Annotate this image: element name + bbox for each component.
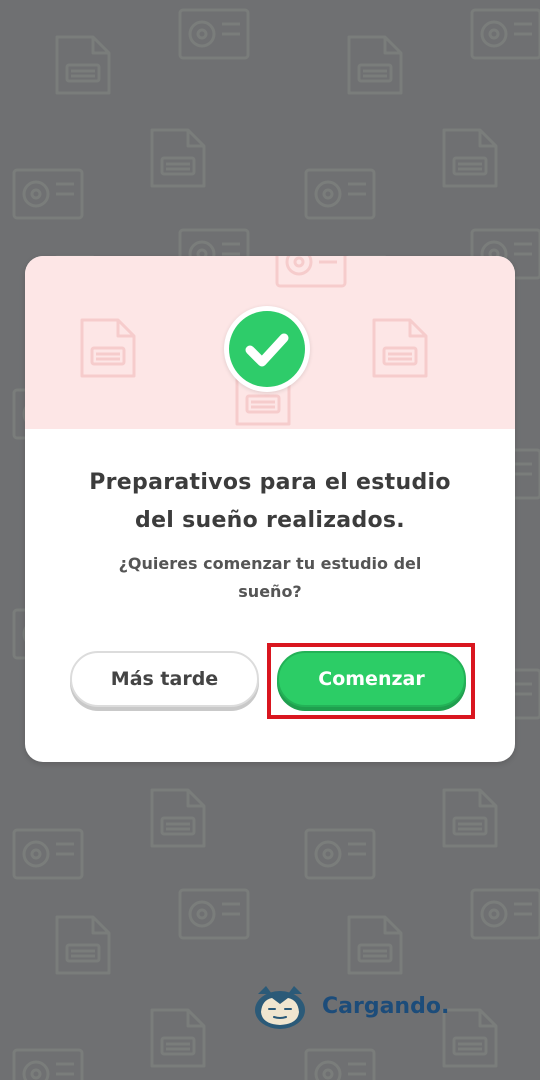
loading-indicator: Cargando. [252,982,449,1030]
snorlax-icon [255,986,305,1029]
dialog-message-line-2: sueño? [238,582,302,601]
later-button-label: Más tarde [110,668,219,690]
later-button[interactable]: Más tarde [70,651,259,707]
loading-text: Cargando. [322,993,450,1019]
check-circle-icon [224,306,310,392]
dialog-title-line-1: Preparativos para el estudio [89,470,451,495]
start-button-highlight [267,643,475,719]
dialog-header [25,256,515,429]
dialog-message-line-1: ¿Quieres comenzar tu estudio del [118,554,422,573]
dialog-title: Preparativos para el estudio del sueño r… [55,464,485,540]
dialog-message: ¿Quieres comenzar tu estudio del sueño? [95,550,445,606]
dialog-title-line-2: del sueño realizados. [135,508,405,533]
